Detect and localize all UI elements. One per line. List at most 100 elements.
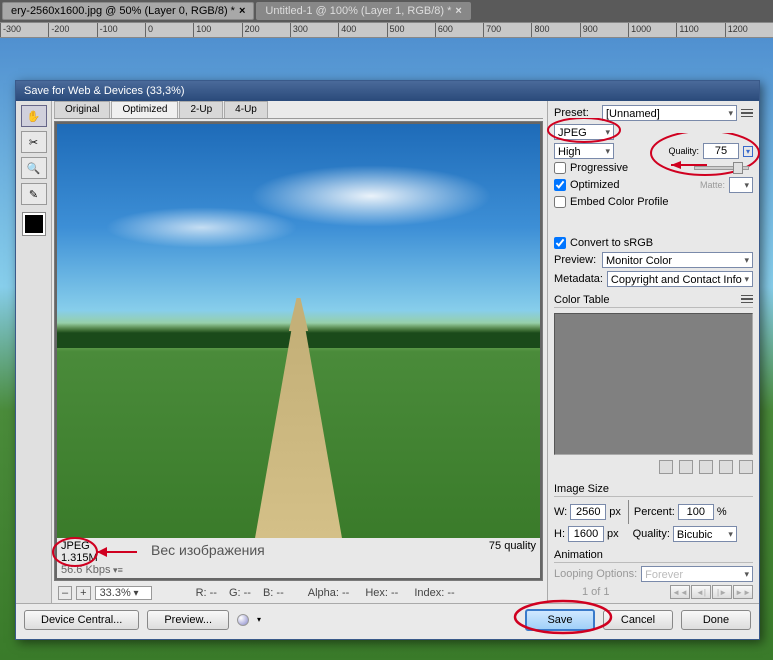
ruler-tick: 0 bbox=[145, 23, 193, 37]
quality-label: 75 quality bbox=[489, 540, 536, 576]
px-label: px bbox=[607, 528, 619, 540]
preview-frame: JPEG 1.315M 56.6 Kbps ▾≡ 75 quality Вес … bbox=[54, 121, 543, 581]
ct-icon[interactable] bbox=[679, 460, 693, 474]
ruler-tick: -100 bbox=[97, 23, 145, 37]
quality-input[interactable]: 75 bbox=[703, 143, 739, 159]
optimized-checkbox[interactable]: Optimized bbox=[554, 179, 620, 191]
ruler-tick: 1100 bbox=[676, 23, 724, 37]
slice-tool-icon[interactable]: ✂ bbox=[21, 131, 47, 153]
ct-icon[interactable] bbox=[699, 460, 713, 474]
close-icon[interactable]: × bbox=[239, 5, 245, 17]
hand-tool-icon[interactable]: ✋ bbox=[21, 105, 47, 127]
tab-original[interactable]: Original bbox=[54, 101, 110, 118]
zoom-out-icon[interactable]: – bbox=[58, 586, 72, 600]
road-decoration bbox=[226, 331, 371, 538]
quality-mode-select[interactable]: High bbox=[554, 143, 614, 159]
px-label: px bbox=[609, 506, 621, 518]
looping-select: Forever bbox=[641, 566, 753, 582]
zoom-select[interactable]: 33.3% ▾ bbox=[95, 586, 152, 600]
matte-select[interactable] bbox=[729, 177, 753, 193]
h-label: H: bbox=[554, 528, 565, 540]
alpha-value: Alpha: -- bbox=[308, 587, 350, 599]
ruler-tick: 1200 bbox=[725, 23, 773, 37]
preview-select[interactable]: Monitor Color bbox=[602, 252, 753, 268]
filesize-label: 1.315M bbox=[61, 552, 123, 564]
trash-icon[interactable] bbox=[739, 460, 753, 474]
tab-4up[interactable]: 4-Up bbox=[224, 101, 268, 118]
color-swatch[interactable] bbox=[23, 213, 45, 235]
quality-slider[interactable] bbox=[694, 166, 749, 170]
dropdown-arrow-icon[interactable]: ▾ bbox=[743, 146, 753, 157]
menu-icon[interactable] bbox=[741, 294, 753, 304]
device-central-button[interactable]: Device Central... bbox=[24, 610, 139, 630]
preview-tabs: Original Optimized 2-Up 4-Up bbox=[54, 101, 543, 119]
road-decoration bbox=[289, 298, 308, 331]
titlebar[interactable]: Save for Web & Devices (33,3%) bbox=[16, 81, 759, 101]
first-frame-icon: ◄◄ bbox=[670, 585, 690, 599]
ruler-tick: -200 bbox=[48, 23, 96, 37]
dialog-footer: Device Central... Preview... ▾ Save Canc… bbox=[16, 603, 759, 635]
index-value: Index: -- bbox=[414, 587, 454, 599]
ruler-tick: 900 bbox=[580, 23, 628, 37]
resample-select[interactable]: Bicubic bbox=[673, 526, 737, 542]
format-select[interactable]: JPEG bbox=[554, 124, 614, 140]
doc-tab-1[interactable]: ery-2560x1600.jpg @ 50% (Layer 0, RGB/8)… bbox=[2, 2, 254, 20]
ruler-tick: 100 bbox=[193, 23, 241, 37]
prev-frame-icon: ◄| bbox=[691, 585, 711, 599]
ruler-tick: 1000 bbox=[628, 23, 676, 37]
height-input[interactable]: 1600 bbox=[568, 526, 604, 542]
doc-tab-2[interactable]: Untitled-1 @ 100% (Layer 1, RGB/8) * × bbox=[256, 2, 470, 20]
close-icon[interactable]: × bbox=[455, 5, 461, 17]
animation-nav: ◄◄ ◄| |► ►► bbox=[670, 585, 753, 599]
percent-input[interactable]: 100 bbox=[678, 504, 714, 520]
format-label: JPEG bbox=[61, 540, 123, 552]
done-button[interactable]: Done bbox=[681, 610, 751, 630]
ruler-tick: -300 bbox=[0, 23, 48, 37]
progressive-checkbox[interactable]: Progressive bbox=[554, 162, 628, 174]
convert-srgb-checkbox[interactable]: Convert to sRGB bbox=[554, 237, 753, 249]
ct-icon[interactable] bbox=[719, 460, 733, 474]
color-table bbox=[554, 313, 753, 455]
zoom-in-icon[interactable]: + bbox=[76, 586, 90, 600]
b-value: B: -- bbox=[263, 587, 284, 599]
document-tabs: ery-2560x1600.jpg @ 50% (Layer 0, RGB/8)… bbox=[0, 0, 773, 22]
preset-select[interactable]: [Unnamed] bbox=[602, 105, 737, 121]
preview-label: Preview: bbox=[554, 254, 598, 266]
preview-button[interactable]: Preview... bbox=[147, 610, 229, 630]
ruler-tick: 200 bbox=[242, 23, 290, 37]
embed-checkbox[interactable]: Embed Color Profile bbox=[554, 196, 668, 208]
ruler-tick: 600 bbox=[435, 23, 483, 37]
image-size-header: Image Size bbox=[554, 483, 753, 497]
next-frame-icon: |► bbox=[712, 585, 732, 599]
save-button[interactable]: Save bbox=[525, 609, 595, 631]
zoom-tool-icon[interactable]: 🔍 bbox=[21, 157, 47, 179]
preview-info-bar: JPEG 1.315M 56.6 Kbps ▾≡ 75 quality Вес … bbox=[57, 538, 540, 578]
looping-label: Looping Options: bbox=[554, 568, 637, 580]
doc-tab-label: Untitled-1 @ 100% (Layer 1, RGB/8) * bbox=[265, 5, 451, 17]
tab-optimized[interactable]: Optimized bbox=[111, 101, 178, 118]
ruler-tick: 700 bbox=[483, 23, 531, 37]
browser-preview-icon[interactable] bbox=[237, 614, 249, 626]
quality-label: Quality: bbox=[668, 146, 699, 156]
ruler-tick: 500 bbox=[387, 23, 435, 37]
ct-icon[interactable] bbox=[659, 460, 673, 474]
hex-value: Hex: -- bbox=[365, 587, 398, 599]
tool-strip: ✋ ✂ 🔍 ✎ bbox=[16, 101, 52, 603]
g-value: G: -- bbox=[229, 587, 251, 599]
preview-image[interactable] bbox=[57, 124, 540, 538]
link-icon[interactable] bbox=[626, 500, 629, 524]
menu-icon[interactable] bbox=[741, 108, 753, 118]
speed-label: 56.6 Kbps ▾≡ bbox=[61, 564, 123, 576]
image-size-section: W: 2560 px Percent: 100 % H: 1600 px Qua… bbox=[554, 500, 753, 542]
tab-2up[interactable]: 2-Up bbox=[179, 101, 223, 118]
metadata-select[interactable]: Copyright and Contact Info bbox=[607, 271, 753, 287]
ruler-tick: 300 bbox=[290, 23, 338, 37]
resample-label: Quality: bbox=[633, 528, 670, 540]
width-input[interactable]: 2560 bbox=[570, 504, 606, 520]
eyedropper-tool-icon[interactable]: ✎ bbox=[21, 183, 47, 205]
preview-pane: Original Optimized 2-Up 4-Up JPEG 1.315M bbox=[52, 101, 547, 603]
preset-label: Preset: bbox=[554, 107, 598, 119]
cancel-button[interactable]: Cancel bbox=[603, 610, 673, 630]
percent-label: Percent: bbox=[634, 506, 675, 518]
doc-tab-label: ery-2560x1600.jpg @ 50% (Layer 0, RGB/8)… bbox=[11, 5, 235, 17]
